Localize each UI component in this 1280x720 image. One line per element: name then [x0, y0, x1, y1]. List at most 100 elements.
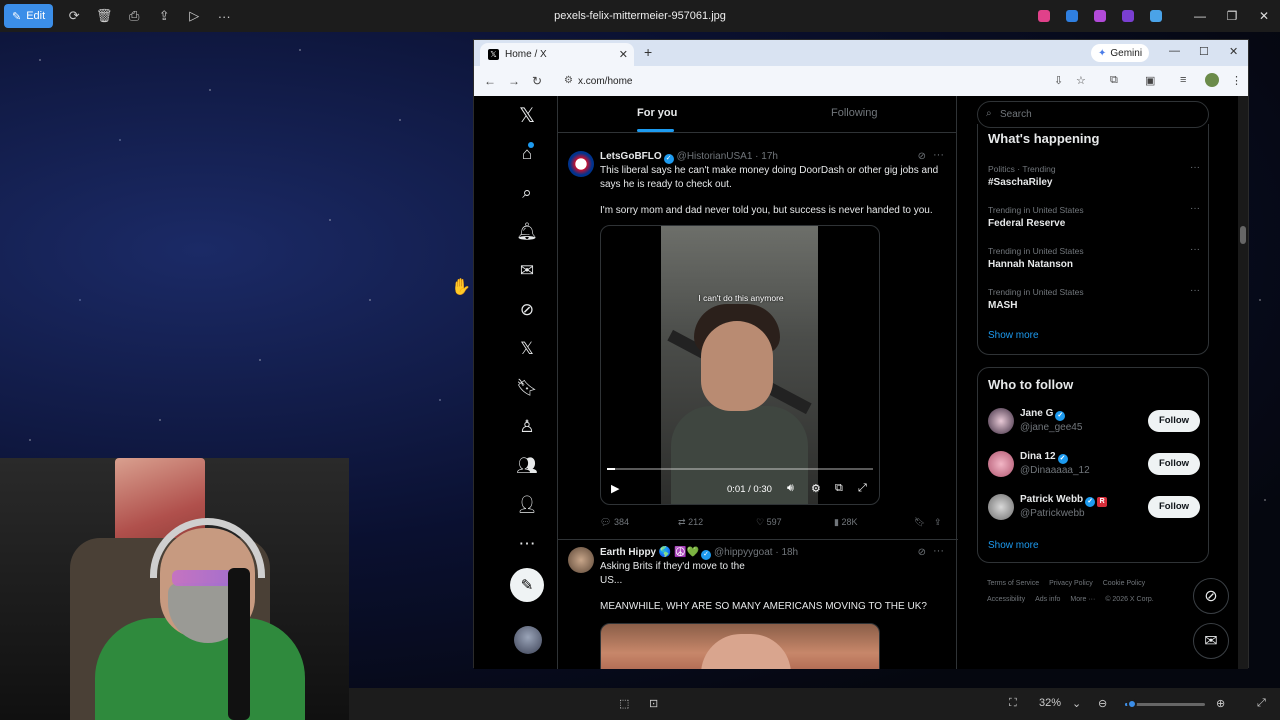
author-name[interactable]: Earth Hippy 🌎 ☮️💚 [600, 547, 699, 558]
tweet-avatar[interactable] [568, 151, 594, 177]
footer-more-link[interactable]: More ··· [1070, 596, 1095, 603]
delete-icon[interactable]: 🗑 [89, 8, 119, 24]
close-icon[interactable]: ✕ [1248, 9, 1280, 23]
browser-minimize-icon[interactable]: — [1169, 45, 1180, 57]
zoom-out-icon[interactable]: ⊖ [1098, 697, 1107, 710]
footer-terms-link[interactable]: Terms of Service [987, 580, 1039, 587]
browser-close-icon[interactable]: ✕ [1229, 45, 1238, 58]
messages-fab-icon[interactable]: ✉ [1193, 623, 1229, 659]
messages-mail-icon[interactable]: ✉ [510, 256, 544, 286]
x-logo-icon[interactable]: 𝕏 [510, 100, 544, 130]
grok-explain-icon[interactable]: ⊘ [918, 547, 926, 558]
tab-for-you[interactable]: For you [637, 107, 677, 119]
gemini-button[interactable]: ✦ Gemini [1091, 44, 1150, 62]
like-button[interactable]: ♡ 597 [756, 517, 782, 528]
tab-following[interactable]: Following [831, 107, 877, 119]
home-icon[interactable]: ⌂ [510, 139, 544, 169]
trend-more-icon[interactable]: ··· [1190, 162, 1200, 173]
onedrive-icon[interactable] [1150, 10, 1162, 22]
trend-more-icon[interactable]: ··· [1190, 203, 1200, 214]
reply-button[interactable]: 💬︎ 384 [600, 517, 629, 528]
grok-explain-icon[interactable]: ⊘ [918, 151, 926, 162]
video-progress-bar[interactable] [607, 468, 873, 470]
follow-button[interactable]: Follow [1148, 410, 1200, 432]
premium-x-icon[interactable]: 𝕏 [510, 334, 544, 364]
trend-item[interactable]: Trending in United States MASH ··· [988, 285, 1200, 311]
back-icon[interactable]: ← [484, 74, 496, 88]
repost-button[interactable]: ⇄ 212 [678, 517, 703, 528]
follow-button[interactable]: Follow [1148, 496, 1200, 518]
extensions-icon[interactable]: ⧉ [1110, 74, 1118, 87]
trend-item[interactable]: Trending in United States Hannah Natanso… [988, 244, 1200, 270]
follow-suggestion[interactable]: Jane G ✓ @jane_gee45 Follow [988, 408, 1200, 438]
expand-icon[interactable]: ⤢ [1257, 697, 1266, 710]
crop-select-icon[interactable]: ⬚ [619, 697, 629, 710]
tweet-more-icon[interactable]: ··· [933, 545, 944, 557]
bookmark-star-icon[interactable]: ☆ [1076, 74, 1086, 87]
copilot-app-icon[interactable] [1038, 10, 1050, 22]
tweet-avatar[interactable] [568, 547, 594, 573]
page-scrollbar[interactable] [1238, 96, 1248, 669]
video-player[interactable]: I can't do this anymore ▶ 0:01 / 0:30 🔊︎… [600, 225, 880, 505]
bookmarks-icon[interactable]: 🔖︎ [510, 373, 544, 403]
bookmark-icon[interactable]: 🔖︎ [914, 517, 925, 528]
tweet-image[interactable] [600, 623, 880, 669]
show-more-trends-link[interactable]: Show more [988, 330, 1039, 341]
restore-icon[interactable]: ❐ [1216, 9, 1248, 23]
url-field[interactable]: ⚙ x.com/home [560, 71, 1040, 91]
sidepanel-icon[interactable]: ▣ [1145, 74, 1155, 87]
more-circle-icon[interactable]: ⋯ [510, 529, 544, 559]
play-icon[interactable]: ▶ [611, 482, 619, 495]
browser-maximize-icon[interactable]: ☐ [1199, 45, 1209, 58]
communities-icon[interactable]: 👥︎ [510, 451, 544, 481]
print-icon[interactable]: ⎙ [119, 8, 149, 24]
suggestion-avatar[interactable] [988, 451, 1014, 477]
footer-accessibility-link[interactable]: Accessibility [987, 596, 1025, 603]
new-tab-icon[interactable]: + [644, 44, 652, 60]
reading-list-icon[interactable]: ≡ [1180, 74, 1186, 86]
compose-post-button[interactable]: ✎ [510, 568, 544, 602]
footer-privacy-link[interactable]: Privacy Policy [1049, 580, 1093, 587]
suggestion-avatar[interactable] [988, 494, 1014, 520]
trend-item[interactable]: Trending in United States Federal Reserv… [988, 203, 1200, 229]
share-icon-tweet[interactable]: ⇪ [934, 517, 942, 528]
settings-gear-icon[interactable]: ⚙ [811, 482, 821, 495]
suggestion-avatar[interactable] [988, 408, 1014, 434]
more-icon[interactable]: ··· [209, 9, 239, 24]
follow-suggestion[interactable]: Patrick Webb ✓ R @Patrickwebb Follow [988, 494, 1200, 524]
zoom-dropdown-icon[interactable]: ⌄ [1072, 697, 1081, 710]
scroll-thumb[interactable] [1240, 226, 1246, 244]
install-icon[interactable]: ⇩ [1054, 74, 1063, 87]
grok-icon[interactable]: ⊘ [510, 295, 544, 325]
text-select-icon[interactable]: ⊡ [649, 697, 658, 710]
jobs-icon[interactable]: ♙ [510, 412, 544, 442]
footer-ads-link[interactable]: Ads info [1035, 596, 1060, 603]
tab-home-x[interactable]: 𝕏 Home / X ✕ [480, 43, 634, 66]
footer-cookie-link[interactable]: Cookie Policy [1103, 580, 1145, 587]
tab-close-icon[interactable]: ✕ [619, 48, 628, 61]
profile-avatar[interactable] [1205, 73, 1219, 87]
app-icon-purple[interactable] [1094, 10, 1106, 22]
edit-button[interactable]: ✎ Edit [4, 4, 54, 28]
browser-menu-icon[interactable]: ⋮ [1231, 74, 1242, 87]
zoom-in-icon[interactable]: ⊕ [1216, 697, 1225, 710]
profile-icon[interactable]: 👤︎ [510, 490, 544, 520]
app-icon-violet[interactable] [1122, 10, 1134, 22]
reload-icon[interactable]: ↻ [532, 74, 542, 88]
account-avatar[interactable] [514, 626, 542, 654]
tweet-more-icon[interactable]: ··· [933, 149, 944, 161]
grok-fab-icon[interactable]: ⊘ [1193, 578, 1229, 614]
show-more-follow-link[interactable]: Show more [988, 540, 1039, 551]
fit-screen-icon[interactable]: ⛶ [1009, 697, 1017, 710]
share-icon[interactable]: ⇪ [149, 8, 179, 24]
trend-item[interactable]: Politics · Trending #SaschaRiley ··· [988, 162, 1200, 188]
slideshow-icon[interactable]: ▷ [179, 8, 209, 24]
site-info-icon[interactable]: ⚙ [564, 75, 573, 86]
minimize-icon[interactable]: — [1184, 9, 1216, 23]
author-name[interactable]: LetsGoBFLO [600, 151, 662, 162]
notifications-bell-icon[interactable]: 🔔︎ [510, 217, 544, 247]
app-icon-blue[interactable] [1066, 10, 1078, 22]
pip-icon[interactable]: ⧉ [835, 482, 843, 495]
explore-search-icon[interactable]: ⌕ [510, 178, 544, 208]
trend-more-icon[interactable]: ··· [1190, 285, 1200, 296]
